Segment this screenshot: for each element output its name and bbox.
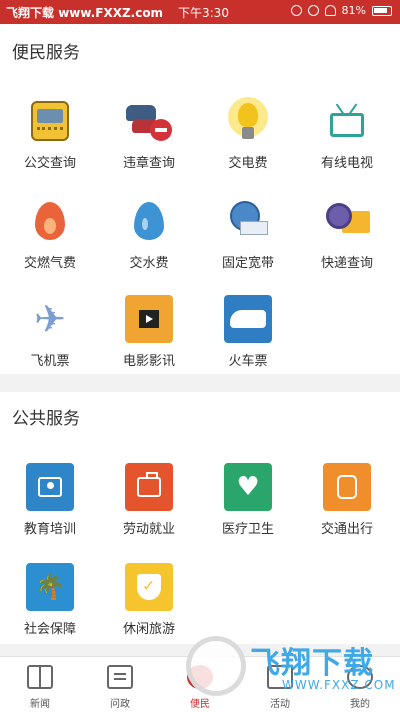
service-bus-query[interactable]: 公交查询 xyxy=(5,96,95,171)
service-water[interactable]: 交水费 xyxy=(104,196,194,271)
status-bar: 飞翔下载 www.FXXZ.com 下午3:30 81% xyxy=(0,0,400,24)
service-violation-query[interactable]: 违章查询 xyxy=(104,96,194,171)
service-leisure-travel[interactable]: 休闲旅游 xyxy=(104,562,194,637)
service-label: 交电费 xyxy=(228,156,268,171)
service-label: 社会保障 xyxy=(23,622,76,637)
news-icon xyxy=(27,665,53,689)
service-education[interactable]: 教育培训 xyxy=(5,462,95,537)
service-label: 公交查询 xyxy=(23,156,76,171)
watermark-text: 飞翔下载 xyxy=(250,646,374,681)
service-label: 快递查询 xyxy=(320,256,373,271)
status-time: 下午3:30 xyxy=(178,6,229,20)
service-express[interactable]: 快递查询 xyxy=(302,196,392,271)
message-icon xyxy=(107,665,133,689)
section-title: 公共服务 xyxy=(12,409,80,429)
watermark-url: WWW.FXXZ.COM xyxy=(282,678,396,692)
tab-label: 新闻 xyxy=(30,699,50,710)
watermark-brand: 飞翔下载 xyxy=(6,6,55,20)
alarm-icon xyxy=(307,5,319,16)
service-label: 教育培训 xyxy=(23,522,76,537)
public-services-section: 公共服务 教育培训 劳动就业 ♥ 医疗卫生 交通出行 🌴 社会保障 休闲旅游 xyxy=(0,392,400,644)
service-electricity[interactable]: 交电费 xyxy=(203,96,293,171)
water-drop-icon xyxy=(124,196,174,246)
headphones-icon xyxy=(324,5,336,16)
service-social-security[interactable]: 🌴 社会保障 xyxy=(5,562,95,637)
service-traffic[interactable]: 交通出行 xyxy=(302,462,392,537)
globe-computer-icon xyxy=(223,196,273,246)
palm-tree-icon: 🌴 xyxy=(25,562,75,612)
system-icons: 81% xyxy=(290,4,392,17)
service-cable-tv[interactable]: 有线电视 xyxy=(302,96,392,171)
service-label: 火车票 xyxy=(228,354,268,369)
service-label: 固定宽带 xyxy=(221,256,274,271)
service-gas[interactable]: 交燃气费 xyxy=(5,196,95,271)
tab-label: 问政 xyxy=(110,699,130,710)
service-label: 劳动就业 xyxy=(122,522,175,537)
education-icon xyxy=(25,462,75,512)
service-medical[interactable]: ♥ 医疗卫生 xyxy=(203,462,293,537)
service-movie[interactable]: 电影影讯 xyxy=(104,294,194,369)
flame-icon xyxy=(25,196,75,246)
service-flight[interactable]: ✈ 飞机票 xyxy=(5,294,95,369)
medical-heart-icon: ♥ xyxy=(223,462,273,512)
airplane-icon: ✈ xyxy=(34,297,66,341)
tab-news[interactable]: 新闻 xyxy=(10,665,70,710)
service-label: 交通出行 xyxy=(320,522,373,537)
bottom-watermark: 飞翔下载 WWW.FXXZ.COM xyxy=(186,630,400,712)
battery-icon xyxy=(372,5,392,16)
service-label: 交水费 xyxy=(129,256,169,271)
service-label: 电影影讯 xyxy=(122,354,175,369)
service-employment[interactable]: 劳动就业 xyxy=(104,462,194,537)
service-broadband[interactable]: 固定宽带 xyxy=(203,196,293,271)
service-label: 有线电视 xyxy=(320,156,373,171)
service-label: 休闲旅游 xyxy=(122,622,175,637)
delivery-truck-icon xyxy=(322,196,372,246)
top-watermark: 飞翔下载 www.FXXZ.com xyxy=(6,4,163,21)
bus-icon xyxy=(322,462,372,512)
service-label: 违章查询 xyxy=(122,156,175,171)
briefcase-icon xyxy=(124,462,174,512)
tab-inquiry[interactable]: 问政 xyxy=(90,665,150,710)
traffic-violation-icon xyxy=(124,96,174,146)
watermark-logo-icon xyxy=(186,636,246,696)
bus-icon xyxy=(25,96,75,146)
film-icon xyxy=(124,294,174,344)
service-train[interactable]: 火车票 xyxy=(203,294,293,369)
convenience-services-section: 便民服务 公交查询 违章查询 交电费 有线电视 交燃气费 交水费 固定宽带 快递… xyxy=(0,24,400,374)
service-label: 交燃气费 xyxy=(23,256,76,271)
battery-text: 81% xyxy=(341,4,366,17)
section-title: 便民服务 xyxy=(12,43,80,63)
service-label: 飞机票 xyxy=(30,354,70,369)
tv-icon xyxy=(322,96,372,146)
service-label: 医疗卫生 xyxy=(221,522,274,537)
lightbulb-icon xyxy=(223,96,273,146)
location-icon xyxy=(290,5,302,16)
train-icon xyxy=(223,294,273,344)
shield-check-icon xyxy=(124,562,174,612)
watermark-url: www.FXXZ.com xyxy=(54,6,164,20)
